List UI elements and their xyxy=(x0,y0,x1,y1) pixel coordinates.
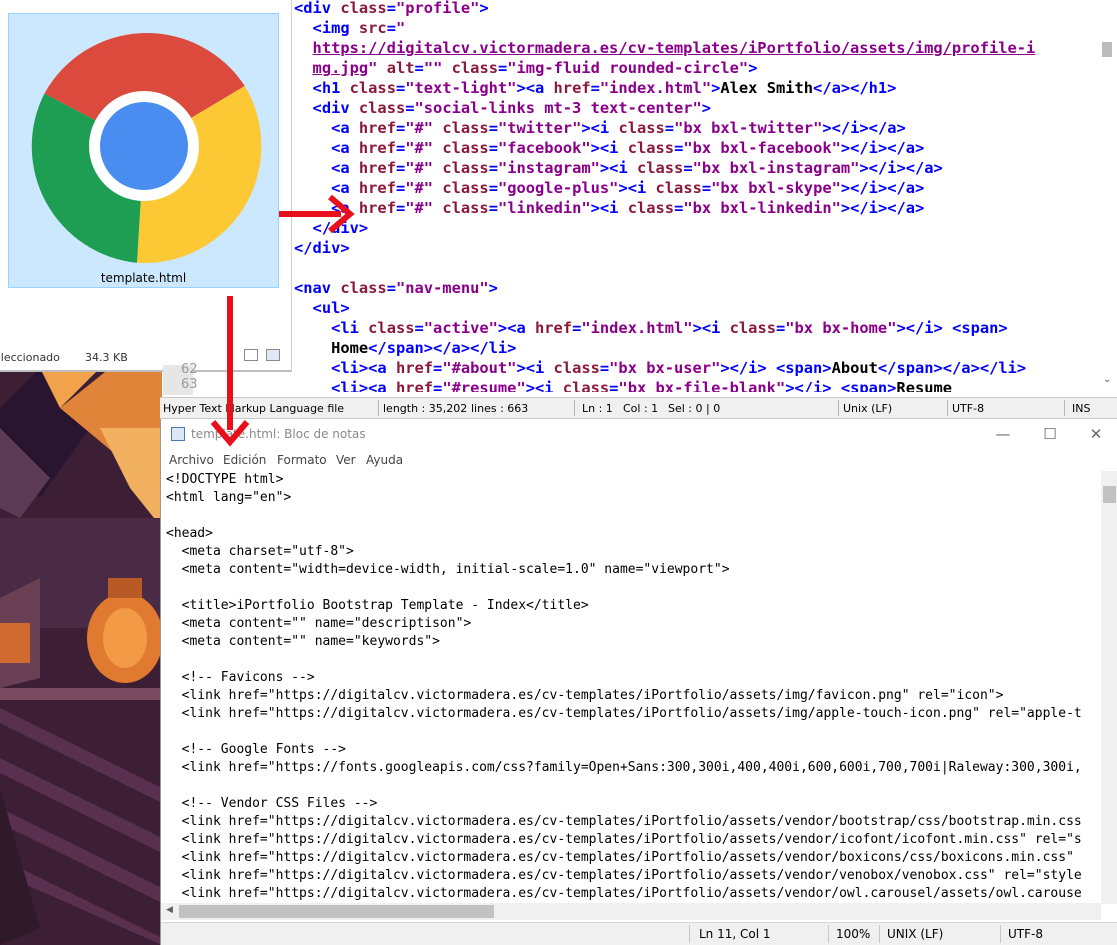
text-line: <link href="https://digitalcv.victormade… xyxy=(166,850,1074,865)
length-label: length : 35,202 xyxy=(383,402,468,415)
editor-vertical-scrollbar[interactable]: ⌄ xyxy=(1099,0,1117,392)
text-line: <!-- Vendor CSS Files --> xyxy=(166,796,378,811)
line-number-gutter: 62 63 xyxy=(163,362,198,395)
text-line xyxy=(166,777,1096,795)
text-line: <link href="https://digitalcv.victormade… xyxy=(166,868,1082,883)
cursor-position: Ln 11, Col 1 xyxy=(699,927,771,941)
text-line: <!-- Google Fonts --> xyxy=(166,742,347,757)
text-line xyxy=(166,723,1096,741)
text-line: <!-- Favicons --> xyxy=(166,670,315,685)
notepad-window: template.html: Bloc de notas — ☐ ✕ Archi… xyxy=(160,419,1117,945)
text-line: <meta content="" name="keywords"> xyxy=(166,634,440,649)
insert-mode-label: INS xyxy=(1072,402,1091,415)
zoom-level: 100% xyxy=(836,927,871,941)
encoding: UTF-8 xyxy=(1008,927,1043,941)
eol-label: Unix (LF) xyxy=(843,402,893,415)
notepad-vertical-scrollbar[interactable] xyxy=(1101,471,1117,904)
text-line: <head> xyxy=(166,526,213,541)
text-line xyxy=(166,507,1096,525)
maximize-button[interactable]: ☐ xyxy=(1027,421,1073,447)
line-number: 62 xyxy=(181,362,198,377)
text-line: <link href="https://digitalcv.victormade… xyxy=(166,832,1082,847)
file-type-label: Hyper Text Markup Language file xyxy=(163,402,345,415)
text-line: <meta charset="utf-8"> xyxy=(166,544,354,559)
selection-label: Sel : 0 | 0 xyxy=(668,402,721,415)
scroll-left-icon[interactable]: ◀ xyxy=(166,905,173,915)
column-label: Col : 1 xyxy=(623,402,659,415)
scrollbar-thumb[interactable] xyxy=(1102,42,1112,57)
details-view-icon[interactable] xyxy=(244,349,258,361)
scrollbar-thumb[interactable] xyxy=(1103,486,1116,503)
notepad-icon xyxy=(171,427,185,441)
line-number: 63 xyxy=(181,377,198,392)
scrollbar-thumb[interactable] xyxy=(179,905,494,918)
menu-bar: Archivo Edición Formato Ver Ayuda xyxy=(161,449,1117,471)
text-line: <link href="https://digitalcv.victormade… xyxy=(166,814,1082,829)
menu-edicion[interactable]: Edición xyxy=(223,453,266,467)
code-view: <div class="profile"> <img src=" https:/… xyxy=(294,0,1036,392)
encoding-label: UTF-8 xyxy=(952,402,985,415)
chrome-icon xyxy=(31,32,262,264)
text-line: <title>iPortfolio Bootstrap Template - I… xyxy=(166,598,589,613)
menu-archivo[interactable]: Archivo xyxy=(169,453,214,467)
text-line: <html lang="en"> xyxy=(166,490,292,505)
notepad-horizontal-scrollbar[interactable]: ◀ xyxy=(161,903,1101,920)
selection-status: eleccionado xyxy=(0,351,60,364)
menu-ayuda[interactable]: Ayuda xyxy=(366,453,403,467)
minimize-button[interactable]: — xyxy=(980,421,1026,447)
line-label: Ln : 1 xyxy=(582,402,613,415)
file-explorer-window: template.html eleccionado 34.3 KB xyxy=(0,0,292,372)
file-thumbnail-template-html[interactable]: template.html xyxy=(8,13,279,288)
menu-ver[interactable]: Ver xyxy=(336,453,356,467)
code-editor-pane[interactable]: <div class="profile"> <img src=" https:/… xyxy=(292,0,1117,392)
wallpaper-illustration xyxy=(0,368,162,945)
title-bar[interactable]: template.html: Bloc de notas — ☐ ✕ xyxy=(161,419,1117,449)
file-name-label: template.html xyxy=(100,271,187,285)
text-line xyxy=(166,579,1096,597)
large-icons-view-icon[interactable] xyxy=(266,349,280,361)
text-editor-area[interactable]: <!DOCTYPE html> <html lang="en"> <head> <m… xyxy=(166,471,1096,901)
editor-status-bar: Hyper Text Markup Language file length :… xyxy=(160,397,1117,419)
text-line: <!DOCTYPE html> xyxy=(166,472,284,487)
text-line xyxy=(166,651,1096,669)
desktop-wallpaper xyxy=(0,368,162,945)
text-line: <meta content="width=device-width, initi… xyxy=(166,562,730,577)
scroll-down-icon[interactable]: ⌄ xyxy=(1103,374,1111,385)
close-button[interactable]: ✕ xyxy=(1073,421,1117,447)
text-line: <meta content="" name="descriptison"> xyxy=(166,616,472,631)
notepad-status-bar: Ln 11, Col 1 100% UNIX (LF) UTF-8 xyxy=(161,922,1117,945)
text-line: <link href="https://fonts.googleapis.com… xyxy=(166,760,1082,775)
lines-label: lines : 663 xyxy=(471,402,529,415)
menu-formato[interactable]: Formato xyxy=(277,453,327,467)
eol-format: UNIX (LF) xyxy=(887,927,944,941)
arrowhead-down-icon xyxy=(210,420,250,447)
arrowhead-right-icon xyxy=(328,194,355,234)
text-line: <link href="https://digitalcv.victormade… xyxy=(166,706,1082,721)
selection-size: 34.3 KB xyxy=(85,351,128,364)
text-line: <link href="https://digitalcv.victormade… xyxy=(166,688,1004,703)
text-line: <link href="https://digitalcv.victormade… xyxy=(166,886,1082,901)
